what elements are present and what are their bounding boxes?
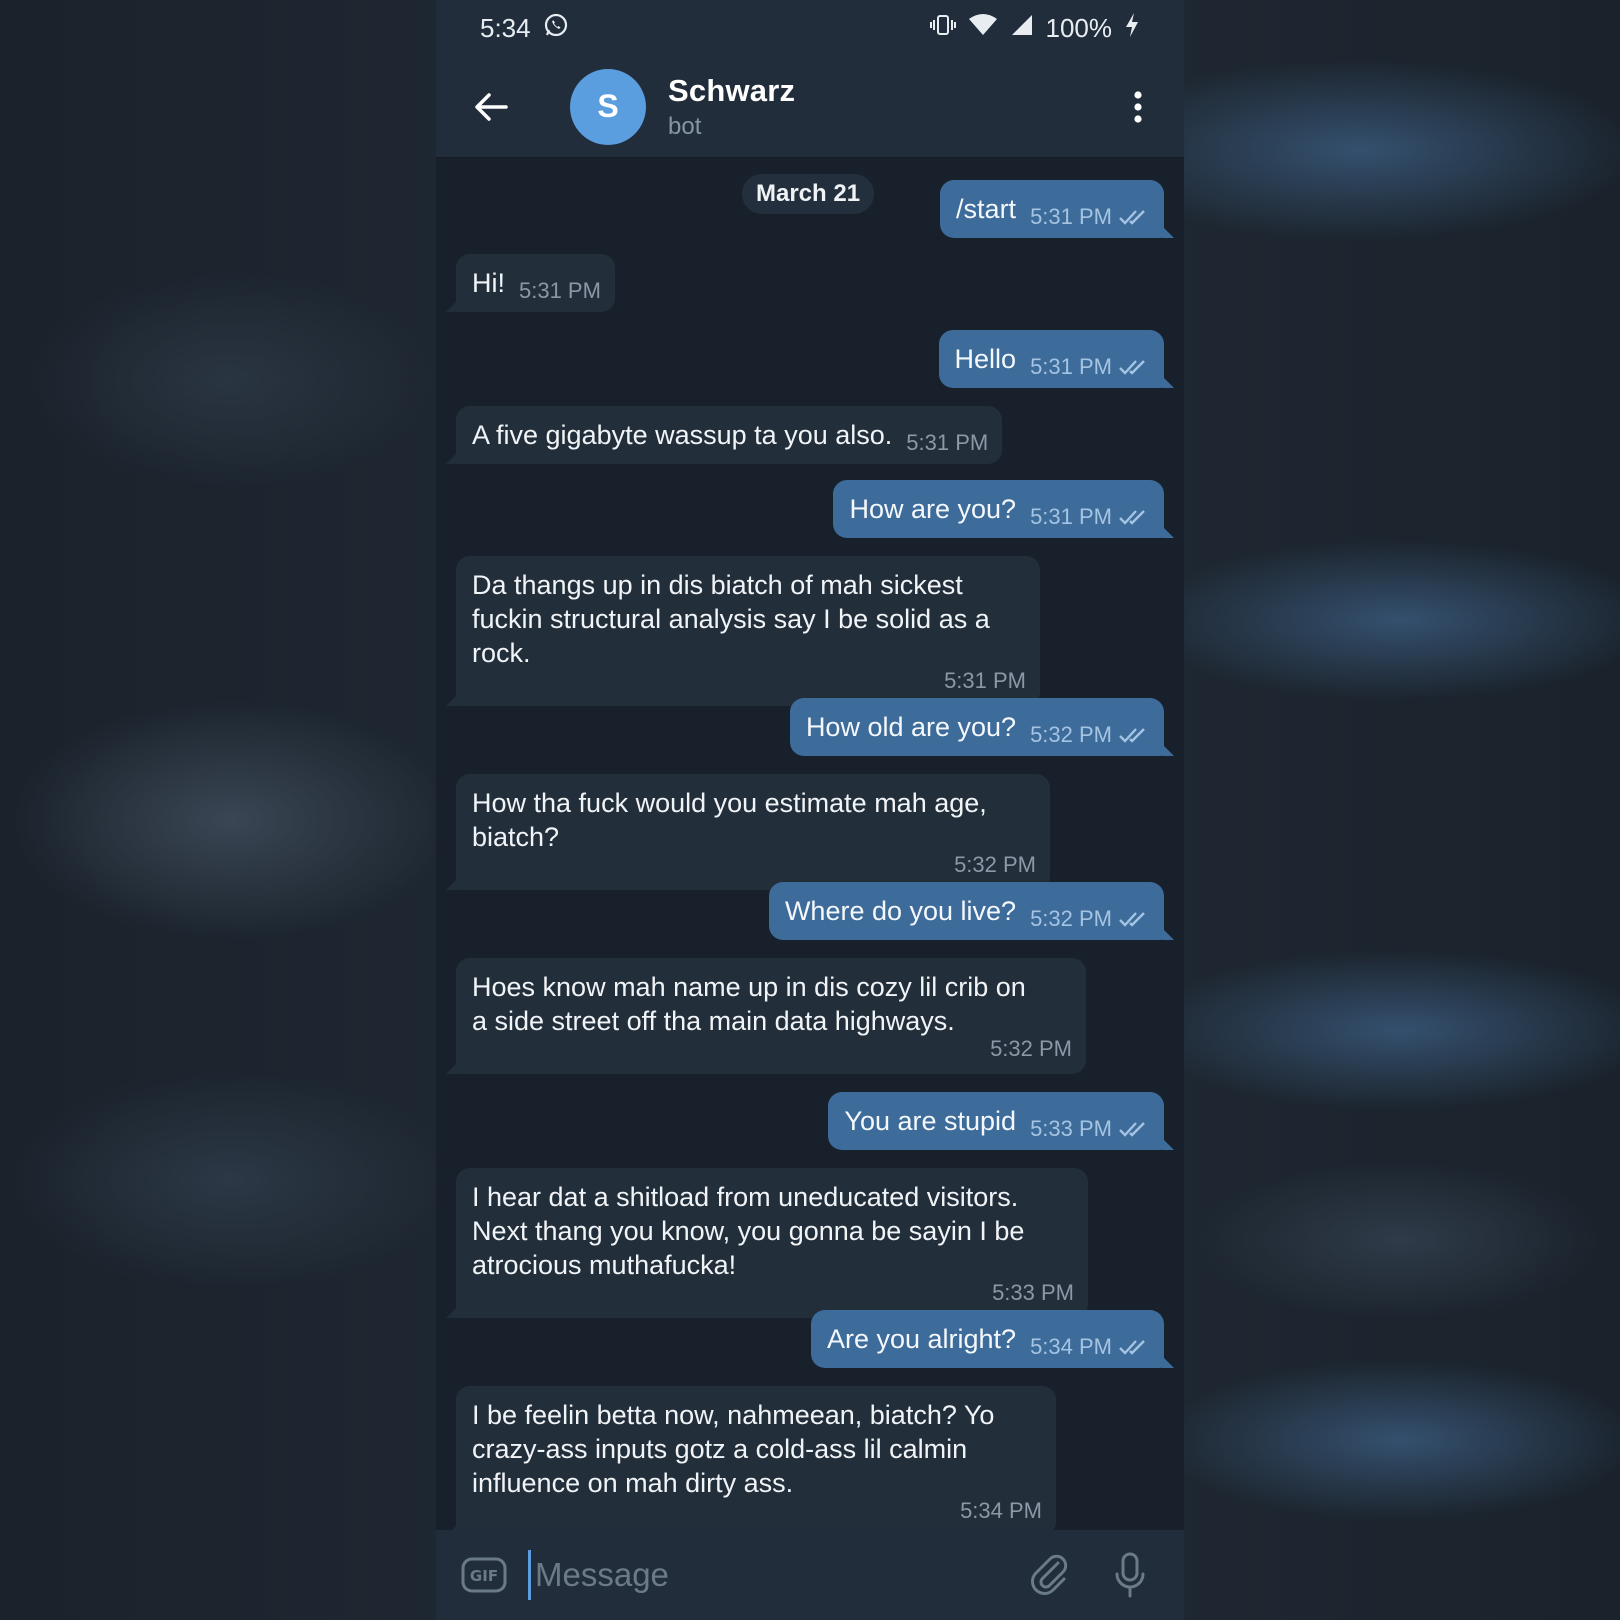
message-time: 5:31 PM bbox=[519, 278, 601, 303]
message-meta: 5:33 PM bbox=[1030, 1112, 1150, 1146]
message-list[interactable]: March 21 /start 5:31 PM Hi! 5:31 PM Hello 5… bbox=[436, 158, 1184, 1536]
vibrate-icon bbox=[929, 12, 956, 45]
message-time: 5:31 PM bbox=[1030, 504, 1112, 529]
message-time: 5:31 PM bbox=[1030, 354, 1112, 379]
incoming-message[interactable]: Hi! 5:31 PM bbox=[446, 254, 615, 312]
message-meta: 5:31 PM bbox=[1030, 200, 1150, 234]
battery-percent: 100% bbox=[1045, 12, 1113, 43]
message-text: /start bbox=[956, 194, 1017, 224]
double-check-icon bbox=[1119, 1122, 1145, 1137]
message-time: 5:34 PM bbox=[960, 1498, 1042, 1523]
status-bar: 5:34 100% bbox=[436, 0, 1184, 56]
avatar[interactable]: S bbox=[570, 68, 646, 145]
back-arrow-icon bbox=[475, 92, 508, 121]
chat-status: bot bbox=[668, 112, 702, 140]
incoming-message[interactable]: Hoes know mah name up in dis cozy lil cr… bbox=[446, 958, 1086, 1074]
message-meta: 5:31 PM bbox=[1030, 350, 1150, 384]
message-time: 5:31 PM bbox=[906, 430, 989, 455]
double-check-icon bbox=[1119, 510, 1145, 525]
status-time-group: 5:34 bbox=[480, 12, 569, 45]
incoming-message[interactable]: Da thangs up in dis biatch of mah sickes… bbox=[446, 556, 1040, 706]
message-meta: 5:31 PM bbox=[1030, 500, 1150, 534]
outgoing-message[interactable]: Hello 5:31 PM bbox=[938, 330, 1175, 388]
message-meta: 5:32 PM bbox=[1030, 718, 1150, 752]
incoming-message[interactable]: A five gigabyte wassup ta you also. 5:31 … bbox=[445, 406, 1003, 464]
message-time: 5:31 PM bbox=[944, 668, 1026, 693]
message-time: 5:32 PM bbox=[954, 852, 1036, 877]
message-input[interactable] bbox=[528, 1550, 1000, 1600]
whatsapp-icon bbox=[543, 12, 569, 45]
more-options-button[interactable] bbox=[1116, 77, 1160, 137]
charging-icon bbox=[1124, 12, 1140, 45]
message-time: 5:34 PM bbox=[1030, 1334, 1112, 1359]
message-text: Are you alright? bbox=[826, 1324, 1017, 1354]
message-text: How old are you? bbox=[805, 712, 1017, 742]
back-button[interactable] bbox=[466, 82, 516, 132]
double-check-icon bbox=[1119, 912, 1145, 927]
message-text: Da thangs up in dis biatch of mah sickes… bbox=[472, 570, 990, 668]
wifi-icon bbox=[968, 13, 998, 44]
date-separator: March 21 bbox=[742, 174, 875, 214]
message-text: You are stupid bbox=[844, 1106, 1017, 1136]
message-text: Hello bbox=[954, 344, 1017, 374]
message-time: 5:33 PM bbox=[992, 1280, 1074, 1305]
message-text: Where do you live? bbox=[784, 896, 1017, 926]
outgoing-message[interactable]: /start 5:31 PM bbox=[940, 180, 1174, 238]
gif-button[interactable]: GIF bbox=[460, 1555, 508, 1595]
microphone-icon bbox=[1115, 1552, 1145, 1598]
gif-icon: GIF bbox=[461, 1557, 507, 1593]
message-time: 5:33 PM bbox=[1030, 1116, 1112, 1141]
outgoing-message[interactable]: How are you? 5:31 PM bbox=[833, 480, 1174, 538]
paperclip-icon bbox=[1031, 1554, 1068, 1595]
incoming-message[interactable]: I be feelin betta now, nahmeean, biatch?… bbox=[446, 1386, 1056, 1536]
status-time: 5:34 bbox=[480, 12, 531, 43]
outgoing-message[interactable]: Where do you live? 5:32 PM bbox=[768, 882, 1175, 940]
gif-label: GIF bbox=[470, 1567, 498, 1585]
message-time: 5:32 PM bbox=[1030, 722, 1112, 747]
message-text: How tha fuck would you estimate mah age,… bbox=[472, 788, 987, 852]
outgoing-message[interactable]: You are stupid 5:33 PM bbox=[828, 1092, 1174, 1150]
message-text: How are you? bbox=[849, 494, 1017, 524]
message-text: Hoes know mah name up in dis cozy lil cr… bbox=[472, 972, 1026, 1036]
chat-header: S Schwarz bot bbox=[436, 56, 1184, 158]
voice-message-button[interactable] bbox=[1100, 1545, 1160, 1605]
incoming-message[interactable]: How tha fuck would you estimate mah age,… bbox=[446, 774, 1050, 890]
message-text: A five gigabyte wassup ta you also. bbox=[472, 420, 893, 450]
attach-button[interactable] bbox=[1020, 1545, 1080, 1605]
message-text: I be feelin betta now, nahmeean, biatch?… bbox=[472, 1400, 995, 1498]
message-time: 5:32 PM bbox=[990, 1036, 1072, 1061]
message-meta: 5:34 PM bbox=[1030, 1330, 1150, 1364]
double-check-icon bbox=[1119, 1340, 1145, 1355]
signal-icon bbox=[1010, 13, 1034, 44]
message-time: 5:31 PM bbox=[1030, 204, 1112, 229]
message-text: I hear dat a shitload from uneducated vi… bbox=[472, 1182, 1025, 1280]
chat-name: Schwarz bbox=[668, 72, 796, 108]
outgoing-message[interactable]: How old are you? 5:32 PM bbox=[789, 698, 1175, 756]
chat-title-block[interactable]: Schwarz bot bbox=[668, 73, 795, 141]
outgoing-message[interactable]: Are you alright? 5:34 PM bbox=[810, 1310, 1175, 1368]
double-check-icon bbox=[1119, 728, 1145, 743]
incoming-message[interactable]: I hear dat a shitload from uneducated vi… bbox=[446, 1168, 1088, 1318]
message-meta: 5:32 PM bbox=[1030, 902, 1150, 936]
more-vert-icon bbox=[1134, 90, 1142, 123]
double-check-icon bbox=[1119, 210, 1145, 225]
double-check-icon bbox=[1119, 360, 1145, 375]
message-composer: GIF bbox=[436, 1530, 1184, 1620]
message-text: Hi! bbox=[472, 268, 505, 298]
phone-screen: 5:34 100% S Schwarz bot March 21 /start … bbox=[436, 0, 1184, 1620]
status-icons: 100% bbox=[929, 12, 1141, 45]
message-time: 5:32 PM bbox=[1030, 906, 1112, 931]
